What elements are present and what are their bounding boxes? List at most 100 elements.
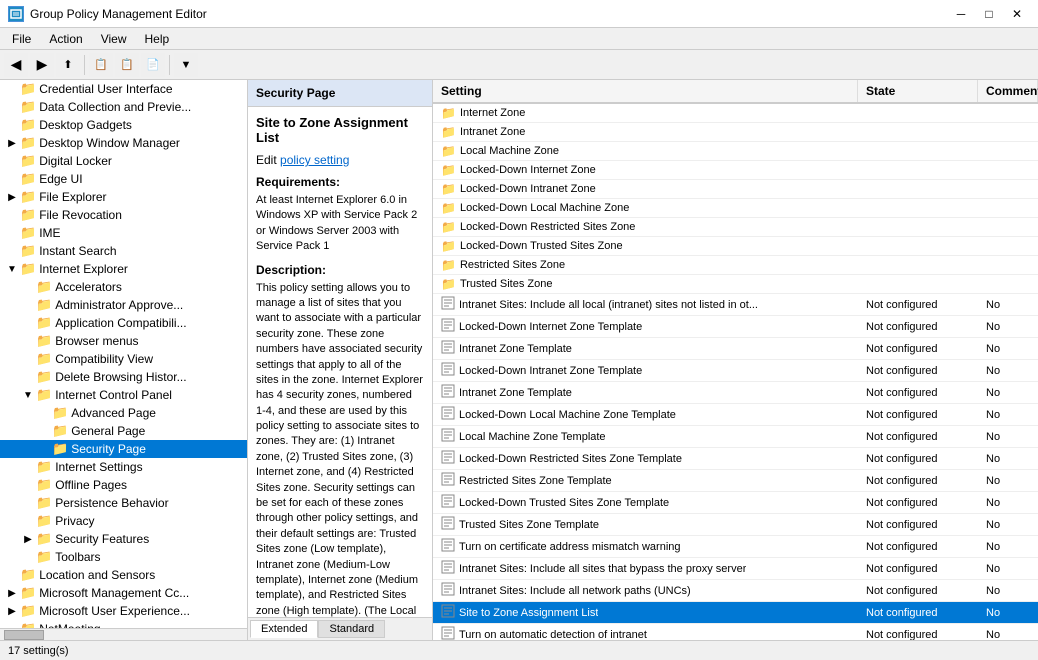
- expander-icon[interactable]: ▶: [4, 135, 20, 151]
- sidebar-item-file-revocation[interactable]: 📁 File Revocation: [0, 206, 247, 224]
- sidebar-item-digital-locker[interactable]: 📁 Digital Locker: [0, 152, 247, 170]
- folder-icon: 📁: [20, 135, 36, 151]
- table-row[interactable]: Locked-Down Intranet Zone TemplateNot co…: [433, 360, 1038, 382]
- sidebar-item-general-page[interactable]: 📁 General Page: [0, 422, 247, 440]
- table-row[interactable]: Locked-Down Internet Zone TemplateNot co…: [433, 316, 1038, 338]
- sidebar-item-compatibility-view[interactable]: 📁 Compatibility View: [0, 350, 247, 368]
- folder-icon: 📁: [36, 351, 52, 367]
- policy-link[interactable]: policy setting: [280, 153, 349, 167]
- folder-icon: 📁: [36, 315, 52, 331]
- tab-standard[interactable]: Standard: [318, 620, 385, 638]
- policy-icon: [441, 362, 455, 379]
- table-row[interactable]: Turn on certificate address mismatch war…: [433, 536, 1038, 558]
- expander-icon[interactable]: ▶: [20, 531, 36, 547]
- table-row[interactable]: Site to Zone Assignment ListNot configur…: [433, 602, 1038, 624]
- menu-file[interactable]: File: [4, 30, 39, 48]
- folder-icon: 📁: [36, 531, 52, 547]
- status-text: 17 setting(s): [8, 645, 69, 657]
- app-title: Group Policy Management Editor: [30, 7, 207, 21]
- table-row[interactable]: Locked-Down Trusted Sites Zone TemplateN…: [433, 492, 1038, 514]
- table-row[interactable]: 📁Locked-Down Intranet Zone: [433, 180, 1038, 199]
- sidebar-item-desktop-window-manager[interactable]: ▶ 📁 Desktop Window Manager: [0, 134, 247, 152]
- table-row[interactable]: Local Machine Zone TemplateNot configure…: [433, 426, 1038, 448]
- menu-action[interactable]: Action: [41, 30, 90, 48]
- toolbar-copy[interactable]: 📋: [89, 53, 113, 77]
- table-row[interactable]: 📁Restricted Sites Zone: [433, 256, 1038, 275]
- table-row[interactable]: 📁Local Machine Zone: [433, 142, 1038, 161]
- expander-icon[interactable]: ▶: [4, 603, 20, 619]
- menu-view[interactable]: View: [93, 30, 135, 48]
- sidebar-item-toolbars[interactable]: 📁 Toolbars: [0, 548, 247, 566]
- folder-icon: 📁: [52, 441, 68, 457]
- sidebar-item-browser-menus[interactable]: 📁 Browser menus: [0, 332, 247, 350]
- sidebar-item-delete-browsing-history[interactable]: 📁 Delete Browsing Histor...: [0, 368, 247, 386]
- table-row[interactable]: 📁Locked-Down Internet Zone: [433, 161, 1038, 180]
- middle-panel-content: Site to Zone Assignment List Edit policy…: [248, 107, 432, 617]
- table-row[interactable]: Trusted Sites Zone TemplateNot configure…: [433, 514, 1038, 536]
- sidebar-item-microsoft-user-experience[interactable]: ▶ 📁 Microsoft User Experience...: [0, 602, 247, 620]
- folder-icon: 📁: [441, 239, 456, 253]
- sidebar-item-microsoft-management[interactable]: ▶ 📁 Microsoft Management Cc...: [0, 584, 247, 602]
- minimize-button[interactable]: ─: [948, 5, 974, 23]
- sidebar-item-privacy[interactable]: 📁 Privacy: [0, 512, 247, 530]
- sidebar-item-internet-control-panel[interactable]: ▼ 📁 Internet Control Panel: [0, 386, 247, 404]
- table-row[interactable]: 📁Locked-Down Local Machine Zone: [433, 199, 1038, 218]
- table-row[interactable]: Intranet Zone TemplateNot configuredNo: [433, 338, 1038, 360]
- table-row[interactable]: Intranet Zone TemplateNot configuredNo: [433, 382, 1038, 404]
- expander-icon[interactable]: ▼: [20, 387, 36, 403]
- table-row[interactable]: Intranet Sites: Include all sites that b…: [433, 558, 1038, 580]
- sidebar-item-credential-user-interface[interactable]: 📁 Credential User Interface: [0, 80, 247, 98]
- table-row[interactable]: Locked-Down Restricted Sites Zone Templa…: [433, 448, 1038, 470]
- folder-icon: 📁: [20, 261, 36, 277]
- table-row[interactable]: Intranet Sites: Include all network path…: [433, 580, 1038, 602]
- description-title: Description:: [256, 263, 424, 277]
- toolbar-properties[interactable]: 📄: [141, 53, 165, 77]
- sidebar-item-security-page[interactable]: 📁 Security Page: [0, 440, 247, 458]
- maximize-button[interactable]: □: [976, 5, 1002, 23]
- status-bar: 17 setting(s): [0, 640, 1038, 660]
- sidebar-item-accelerators[interactable]: 📁 Accelerators: [0, 278, 247, 296]
- toolbar-forward[interactable]: ▶: [30, 53, 54, 77]
- sidebar-item-security-features[interactable]: ▶ 📁 Security Features: [0, 530, 247, 548]
- app-icon: [8, 6, 24, 22]
- toolbar-back[interactable]: ◀: [4, 53, 28, 77]
- folder-icon: 📁: [36, 495, 52, 511]
- close-button[interactable]: ✕: [1004, 5, 1030, 23]
- sidebar-item-desktop-gadgets[interactable]: 📁 Desktop Gadgets: [0, 116, 247, 134]
- table-row[interactable]: 📁Trusted Sites Zone: [433, 275, 1038, 294]
- sidebar-item-data-collection[interactable]: 📁 Data Collection and Previe...: [0, 98, 247, 116]
- sidebar-item-file-explorer[interactable]: ▶ 📁 File Explorer: [0, 188, 247, 206]
- folder-icon: 📁: [20, 117, 36, 133]
- menu-help[interactable]: Help: [137, 30, 178, 48]
- sidebar-item-advanced-page[interactable]: 📁 Advanced Page: [0, 404, 247, 422]
- policy-icon: [441, 384, 455, 401]
- table-row[interactable]: Intranet Sites: Include all local (intra…: [433, 294, 1038, 316]
- tab-extended[interactable]: Extended: [250, 620, 318, 638]
- toolbar-paste[interactable]: 📋: [115, 53, 139, 77]
- sidebar-item-internet-explorer[interactable]: ▼ 📁 Internet Explorer: [0, 260, 247, 278]
- sidebar-item-persistence-behavior[interactable]: 📁 Persistence Behavior: [0, 494, 247, 512]
- sidebar-item-ime[interactable]: 📁 IME: [0, 224, 247, 242]
- sidebar-item-edge-ui[interactable]: 📁 Edge UI: [0, 170, 247, 188]
- table-row[interactable]: Locked-Down Local Machine Zone TemplateN…: [433, 404, 1038, 426]
- folder-icon: 📁: [52, 423, 68, 439]
- sidebar-item-application-compat[interactable]: 📁 Application Compatibili...: [0, 314, 247, 332]
- sidebar-item-offline-pages[interactable]: 📁 Offline Pages: [0, 476, 247, 494]
- sidebar-item-internet-settings[interactable]: 📁 Internet Settings: [0, 458, 247, 476]
- table-row[interactable]: 📁Intranet Zone: [433, 123, 1038, 142]
- folder-icon: 📁: [20, 189, 36, 205]
- sidebar-item-instant-search[interactable]: 📁 Instant Search: [0, 242, 247, 260]
- expander-icon[interactable]: ▶: [4, 585, 20, 601]
- toolbar-up[interactable]: ⬆: [56, 53, 80, 77]
- table-row[interactable]: 📁Locked-Down Trusted Sites Zone: [433, 237, 1038, 256]
- table-row[interactable]: Restricted Sites Zone TemplateNot config…: [433, 470, 1038, 492]
- col-state: State: [858, 80, 978, 102]
- table-row[interactable]: 📁Locked-Down Restricted Sites Zone: [433, 218, 1038, 237]
- expander-icon[interactable]: ▼: [4, 261, 20, 277]
- toolbar-filter[interactable]: ▼: [174, 53, 198, 77]
- sidebar-item-location-and-sensors[interactable]: 📁 Location and Sensors: [0, 566, 247, 584]
- sidebar-item-administrator-approved[interactable]: 📁 Administrator Approve...: [0, 296, 247, 314]
- expander-icon[interactable]: ▶: [4, 189, 20, 205]
- table-row[interactable]: Turn on automatic detection of intranetN…: [433, 624, 1038, 640]
- table-row[interactable]: 📁Internet Zone: [433, 104, 1038, 123]
